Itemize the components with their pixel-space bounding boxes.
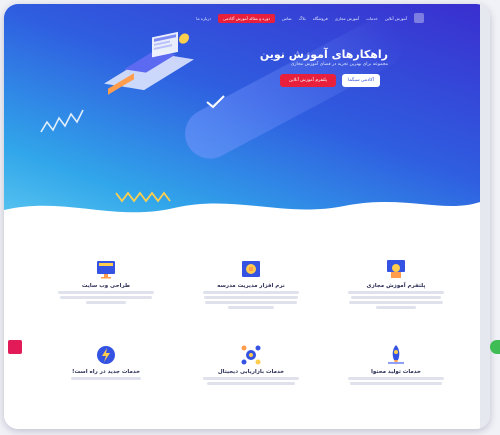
- nav-item-7[interactable]: درباره ما: [196, 16, 211, 21]
- browser-frame: آموزش آنلاین خدمات آموزش مجازی فروشگاه ب…: [4, 4, 490, 429]
- hero-subtitle: مجموعه برای بهترین تجربه در فضای آموزش م…: [290, 62, 388, 67]
- service-title: خدمات بازاریابی دیجیتال: [217, 369, 285, 375]
- service-title: پلتفرم آموزش مجازی: [366, 283, 426, 289]
- hero-secondary-button[interactable]: آکادمی سیگما: [342, 74, 380, 87]
- hero-title: راهکارهای آموزش نوین: [259, 48, 388, 61]
- nav-item-3[interactable]: آموزش مجازی: [335, 16, 359, 21]
- service-card-1[interactable]: پلتفرم آموزش مجازی: [341, 258, 451, 309]
- service-card-4[interactable]: خدمات تولید محتوا: [341, 344, 451, 385]
- service-title: طراحی وب سایت: [81, 283, 131, 289]
- service-desc-line: [351, 296, 441, 299]
- nav-item-4[interactable]: فروشگاه: [313, 16, 328, 21]
- rocket-icon: [388, 345, 404, 365]
- hero-light-streak: [176, 10, 412, 168]
- service-desc-line: [205, 301, 297, 304]
- nav-item-1[interactable]: آموزش آنلاین: [385, 16, 407, 21]
- service-card-6[interactable]: خدمات جدید در راه است!: [51, 344, 161, 380]
- services-section: پلتفرم آموزش مجازی نرم افزار مدیریت مدرس…: [4, 226, 480, 429]
- hero-wave-divider: [4, 202, 480, 226]
- digital-marketing-icon: [241, 345, 261, 365]
- service-desc-line: [349, 301, 443, 304]
- site-logo[interactable]: [414, 13, 424, 23]
- service-card-5[interactable]: خدمات بازاریابی دیجیتال: [196, 344, 306, 385]
- service-desc-line: [348, 377, 444, 380]
- service-title: خدمات تولید محتوا: [371, 369, 421, 375]
- service-desc-line: [58, 291, 154, 294]
- zigzag-decoration-left: [40, 109, 84, 133]
- service-desc-line: [203, 377, 299, 380]
- side-strip: [480, 4, 490, 429]
- bookmark-icon[interactable]: [8, 340, 22, 354]
- service-desc-line: [71, 377, 141, 380]
- service-desc-line: [207, 382, 295, 385]
- service-desc-line: [203, 291, 299, 294]
- service-desc-line: [228, 306, 274, 309]
- hero-primary-button[interactable]: پلتفرم آموزش آنلاین: [280, 74, 336, 87]
- website-design-icon: [97, 261, 115, 279]
- nav-cta-button[interactable]: دوره و مقاله آموزش آکادمی: [217, 13, 276, 23]
- service-card-3[interactable]: طراحی وب سایت: [51, 258, 161, 304]
- service-desc-line: [348, 291, 444, 294]
- service-desc-line: [204, 296, 298, 299]
- hero-section: آموزش آنلاین خدمات آموزش مجازی فروشگاه ب…: [4, 4, 480, 226]
- school-map-icon: [242, 261, 260, 277]
- nav-item-6[interactable]: تماس: [282, 16, 292, 21]
- service-desc-line: [86, 301, 126, 304]
- service-desc-line: [60, 296, 152, 299]
- teacher-icon: [387, 260, 405, 278]
- top-navbar: آموزش آنلاین خدمات آموزش مجازی فروشگاه ب…: [24, 12, 424, 24]
- service-card-2[interactable]: نرم افزار مدیریت مدرسه: [196, 258, 306, 309]
- nav-item-5[interactable]: بلاگ: [299, 16, 306, 21]
- nav-item-2[interactable]: خدمات: [366, 16, 378, 21]
- service-desc-line: [376, 306, 416, 309]
- service-title: خدمات جدید در راه است!: [71, 369, 141, 375]
- lightning-icon: [97, 346, 115, 364]
- isometric-devices-illustration: [104, 31, 194, 95]
- service-desc-line: [350, 382, 442, 385]
- check-decoration: [206, 95, 225, 109]
- whatsapp-icon[interactable]: [490, 340, 500, 354]
- service-title: نرم افزار مدیریت مدرسه: [217, 283, 285, 289]
